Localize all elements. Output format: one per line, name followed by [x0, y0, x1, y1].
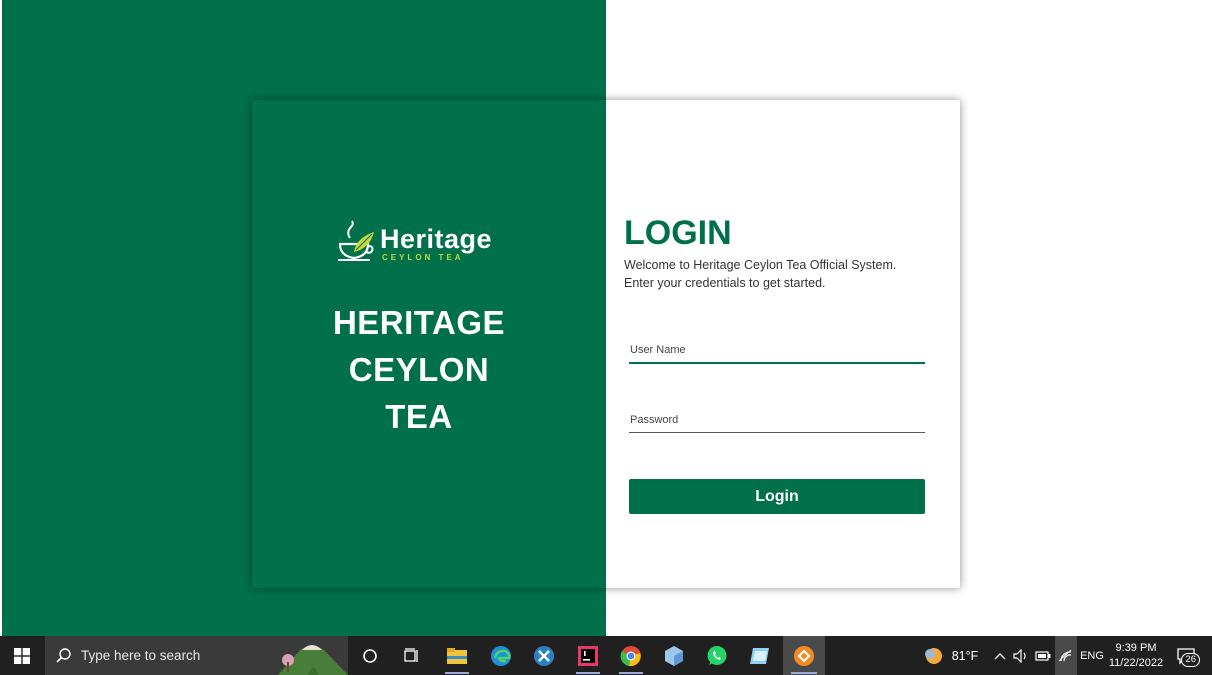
app-running-indicator	[445, 672, 469, 674]
password-field-wrapper	[629, 408, 927, 433]
scene-builder-icon	[794, 645, 814, 666]
language-indicator[interactable]: ENG	[1079, 636, 1105, 675]
clock-date: 11/22/2022	[1108, 656, 1164, 669]
weather-moon-icon	[924, 647, 942, 664]
search-highlight-icon	[278, 645, 348, 675]
login-button[interactable]: Login	[629, 479, 925, 514]
notes-app-icon	[750, 647, 769, 664]
brand-line-heritage: HERITAGE	[332, 304, 506, 341]
weather-widget[interactable]: 81°F	[916, 636, 986, 675]
taskbar-app-whatsapp[interactable]	[697, 636, 737, 675]
battery-icon	[1035, 650, 1051, 661]
cortana-icon	[363, 648, 377, 663]
clock-time: 9:39 PM	[1115, 641, 1157, 654]
taskbar-app-explorer[interactable]	[437, 636, 477, 675]
box-app-icon	[665, 645, 683, 666]
password-input[interactable]	[629, 408, 927, 432]
search-placeholder: Type here to search	[81, 648, 201, 663]
weather-temperature: 81°F	[951, 648, 979, 663]
volume-button[interactable]	[1011, 636, 1031, 675]
taskbar-app-edge[interactable]	[481, 636, 521, 675]
whatsapp-icon	[707, 645, 727, 665]
chevron-up-icon	[994, 652, 1006, 659]
notification-center-button[interactable]: 26	[1168, 636, 1204, 675]
instruction-text: Enter your credentials to get started.	[624, 276, 826, 290]
clock[interactable]: 9:39 PM 11/22/2022	[1106, 636, 1166, 675]
file-explorer-icon	[447, 647, 467, 664]
edge-icon	[491, 645, 511, 666]
taskbar-app-notes[interactable]	[740, 636, 780, 675]
taskbar-app-chrome[interactable]	[611, 636, 651, 675]
background-edge	[0, 0, 2, 636]
login-form-panel: LOGIN Welcome to Heritage Ceylon Tea Off…	[606, 100, 960, 588]
network-button[interactable]	[1055, 636, 1077, 675]
start-button[interactable]	[0, 636, 44, 675]
username-field-wrapper	[629, 338, 927, 364]
notification-count-badge: 26	[1181, 653, 1200, 667]
app-running-indicator	[619, 672, 643, 674]
taskbar-app-vscode[interactable]	[524, 636, 564, 675]
taskbar-search-box[interactable]: Type here to search	[45, 636, 348, 675]
heritage-logo: Heritage CEYLON TEA	[334, 218, 504, 268]
wifi-icon	[1058, 649, 1072, 661]
welcome-text: Welcome to Heritage Ceylon Tea Official …	[624, 258, 897, 272]
taskbar-app-intellij[interactable]	[568, 636, 608, 675]
task-view-icon	[404, 647, 418, 662]
speaker-icon	[1013, 648, 1026, 663]
chrome-icon	[620, 645, 641, 666]
login-card: Heritage CEYLON TEA HERITAGE CEYLON TEA …	[252, 100, 960, 588]
windows-taskbar: Type here to search 81°F ENG 9:39 PM 11/…	[0, 636, 1212, 675]
brand-panel: Heritage CEYLON TEA HERITAGE CEYLON TEA	[252, 100, 606, 588]
intellij-icon	[578, 645, 598, 666]
taskbar-app-box[interactable]	[654, 636, 694, 675]
login-title: LOGIN	[624, 214, 732, 252]
brand-line-tea: TEA	[385, 398, 453, 435]
logo-title: Heritage	[380, 224, 493, 254]
brand-line-ceylon: CEYLON	[348, 351, 490, 388]
app-running-indicator	[791, 672, 817, 674]
battery-button[interactable]	[1033, 636, 1053, 675]
windows-logo-icon	[14, 647, 30, 664]
vscode-icon	[534, 645, 554, 666]
username-input[interactable]	[629, 338, 927, 362]
search-icon	[56, 647, 71, 663]
cortana-button[interactable]	[352, 636, 388, 675]
taskbar-app-scene-builder[interactable]	[783, 636, 825, 675]
app-running-indicator	[576, 672, 600, 674]
tea-cup-icon	[338, 220, 374, 261]
tray-overflow-button[interactable]	[991, 636, 1009, 675]
task-view-button[interactable]	[394, 636, 430, 675]
logo-subtitle: CEYLON TEA	[382, 253, 464, 262]
